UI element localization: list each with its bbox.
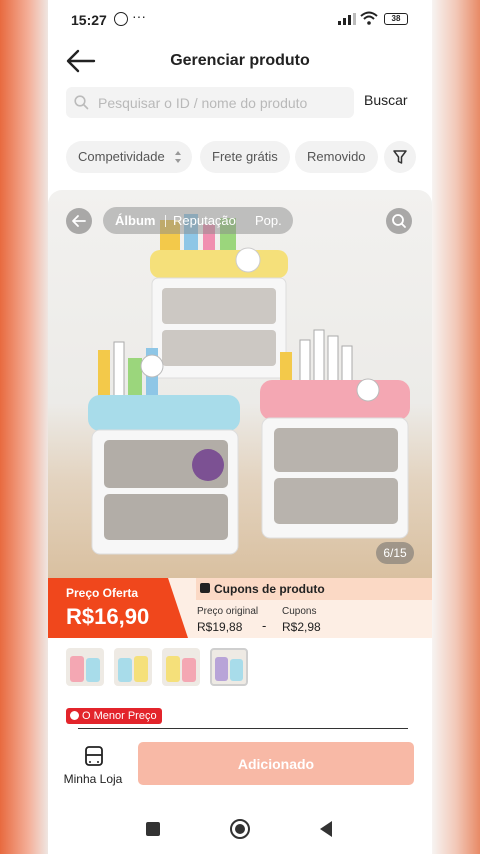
back-arrow-icon — [72, 215, 86, 227]
home-icon — [235, 824, 245, 834]
recent-apps-button[interactable] — [146, 822, 160, 836]
thumbnail-image — [166, 656, 196, 682]
filter-competitiveness-label: Competividade — [78, 149, 165, 164]
variant-thumbnail-selected[interactable] — [210, 648, 248, 686]
image-counter: 6/15 — [376, 542, 414, 564]
search-icon — [74, 95, 89, 110]
gallery-tabs: Álbum Reputação Pop. — [103, 207, 293, 234]
product-sheet: Álbum Reputação Pop. 6/15 Preço Oferta R… — [48, 190, 432, 854]
store-icon[interactable] — [84, 745, 104, 767]
nav-back-icon[interactable] — [318, 820, 334, 838]
more-notifications-icon: ··· — [132, 8, 146, 24]
status-bar: 15:27 ··· 38 — [48, 0, 432, 40]
status-time: 15:27 — [71, 12, 107, 28]
product-image[interactable]: Álbum Reputação Pop. 6/15 — [48, 190, 432, 578]
wifi-icon — [360, 11, 378, 25]
tab-reputation[interactable]: Reputação — [173, 213, 236, 228]
variant-thumbnail[interactable] — [114, 648, 152, 686]
divider — [78, 728, 408, 729]
gallery-back-button[interactable] — [66, 208, 92, 234]
whatsapp-icon — [114, 12, 128, 26]
coupon-icon — [200, 583, 210, 593]
filter-removed-label: Removido — [307, 149, 366, 164]
funnel-icon — [393, 150, 407, 164]
tab-separator — [165, 215, 166, 227]
organizer-illustration — [88, 214, 410, 555]
filter-free-shipping[interactable]: Frete grátis — [200, 141, 290, 173]
page-title: Gerenciar produto — [170, 52, 310, 69]
added-button[interactable]: Adicionado — [138, 742, 414, 785]
signal-icon — [338, 13, 356, 25]
my-store-label[interactable]: Minha Loja — [48, 772, 138, 786]
down-arrow-icon — [70, 711, 79, 720]
coupons-value: R$2,98 — [282, 620, 321, 634]
search-icon — [392, 214, 406, 228]
search-button[interactable]: Buscar — [364, 92, 408, 108]
tab-album[interactable]: Álbum — [115, 213, 155, 228]
filter-competitiveness[interactable]: Competividade — [66, 141, 192, 173]
phone-screen: 15:27 ··· 38 Gerenciar produto Buscar Co… — [48, 0, 432, 854]
coupons-label: Cupons — [282, 606, 317, 617]
filter-button[interactable] — [384, 141, 416, 173]
coupons-header: Cupons de produto — [196, 578, 432, 600]
thumbnail-image — [70, 656, 100, 682]
thumbnail-image — [118, 656, 148, 682]
thumbnail-image — [215, 657, 243, 681]
search-input[interactable] — [98, 87, 348, 118]
original-price-value: R$19,88 — [197, 620, 243, 634]
tab-pop[interactable]: Pop. — [255, 213, 282, 228]
original-price-label: Preço original — [197, 606, 259, 617]
battery-icon: 38 — [384, 13, 408, 25]
filter-free-shipping-label: Frete grátis — [212, 149, 278, 164]
variant-thumbnail[interactable] — [66, 648, 104, 686]
lowest-price-label: O Menor Preço — [82, 710, 157, 722]
sort-icon — [175, 151, 181, 163]
offer-price-label: Preço Oferta — [66, 586, 139, 600]
variant-thumbnail[interactable] — [162, 648, 200, 686]
lowest-price-badge: O Menor Preço — [66, 708, 162, 724]
filter-removed[interactable]: Removido — [295, 141, 378, 173]
offer-price-value: R$16,90 — [66, 604, 150, 629]
search-box[interactable] — [66, 87, 354, 118]
coupons-title: Cupons de produto — [214, 582, 325, 596]
price-separator: - — [262, 618, 267, 633]
gallery-search-button[interactable] — [386, 208, 412, 234]
price-strip: Preço Oferta R$16,90 Cupons de produto P… — [48, 578, 432, 638]
home-button[interactable] — [230, 819, 250, 839]
